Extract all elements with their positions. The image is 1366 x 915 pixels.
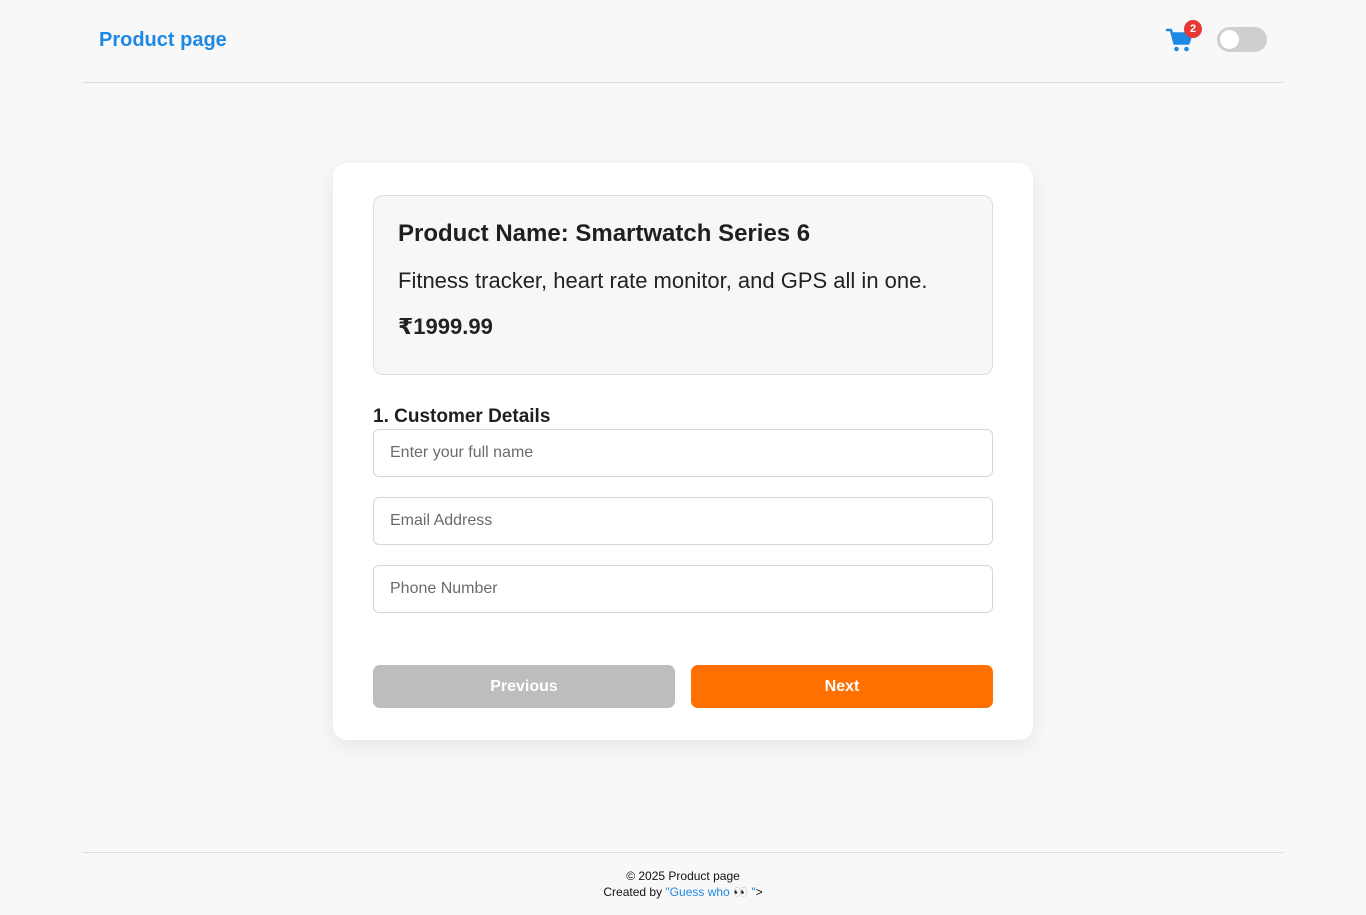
footer-credit-prefix: Created by [603,885,666,899]
checkout-card: Product Name: Smartwatch Series 6 Fitnes… [333,163,1033,740]
full-name-input[interactable] [373,429,993,477]
toggle-knob [1220,30,1239,49]
footer-credit-suffix: > [755,885,763,899]
customer-details-heading: 1. Customer Details [373,406,551,427]
cart-count-badge: 2 [1184,20,1202,38]
previous-button[interactable]: Previous [373,665,675,708]
email-input[interactable] [373,497,993,545]
brand-link[interactable]: Product page [99,29,227,52]
footer-credit-link[interactable]: "Guess who 👀 " [665,885,755,899]
product-summary: Product Name: Smartwatch Series 6 Fitnes… [373,195,993,375]
theme-toggle[interactable] [1217,27,1267,52]
site-footer: © 2025 Product page Created by "Guess wh… [83,852,1283,915]
site-header: Product page 2 [83,0,1283,83]
cart-button[interactable]: 2 [1165,20,1202,55]
footer-credit: Created by "Guess who 👀 "> [83,885,1283,899]
product-name: Product Name: Smartwatch Series 6 [398,220,811,247]
phone-input[interactable] [373,565,993,613]
product-description: Fitness tracker, heart rate monitor, and… [398,268,928,293]
product-price: ₹1999.99 [398,314,493,339]
footer-copyright: © 2025 Product page [626,869,740,883]
next-button[interactable]: Next [691,665,993,708]
